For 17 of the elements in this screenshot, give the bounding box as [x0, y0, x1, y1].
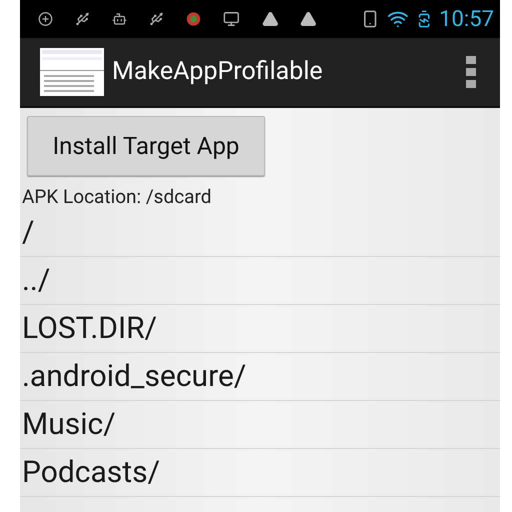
overflow-menu-icon[interactable]: [466, 56, 476, 88]
app-title: MakeAppProfilable: [112, 56, 324, 88]
folder-entry[interactable]: ../: [22, 262, 50, 298]
usb-icon: [74, 10, 90, 28]
apk-location-label: APK Location: /sdcard: [22, 185, 212, 209]
folder-entry[interactable]: /: [22, 214, 34, 250]
app-icon: [40, 48, 104, 96]
warning-icon: [262, 9, 278, 29]
clock: 10:57: [439, 6, 494, 34]
warning-icon: [300, 9, 317, 29]
folder-entry[interactable]: Music/: [22, 406, 116, 442]
app-notification-icon: [186, 10, 201, 28]
usb-icon: [148, 10, 164, 28]
folder-entry[interactable]: LOST.DIR/: [22, 310, 157, 346]
folder-entry[interactable]: .android_secure/: [22, 358, 246, 394]
install-button[interactable]: Install Target App: [27, 116, 265, 176]
folder-entry[interactable]: Podcasts/: [22, 454, 160, 490]
